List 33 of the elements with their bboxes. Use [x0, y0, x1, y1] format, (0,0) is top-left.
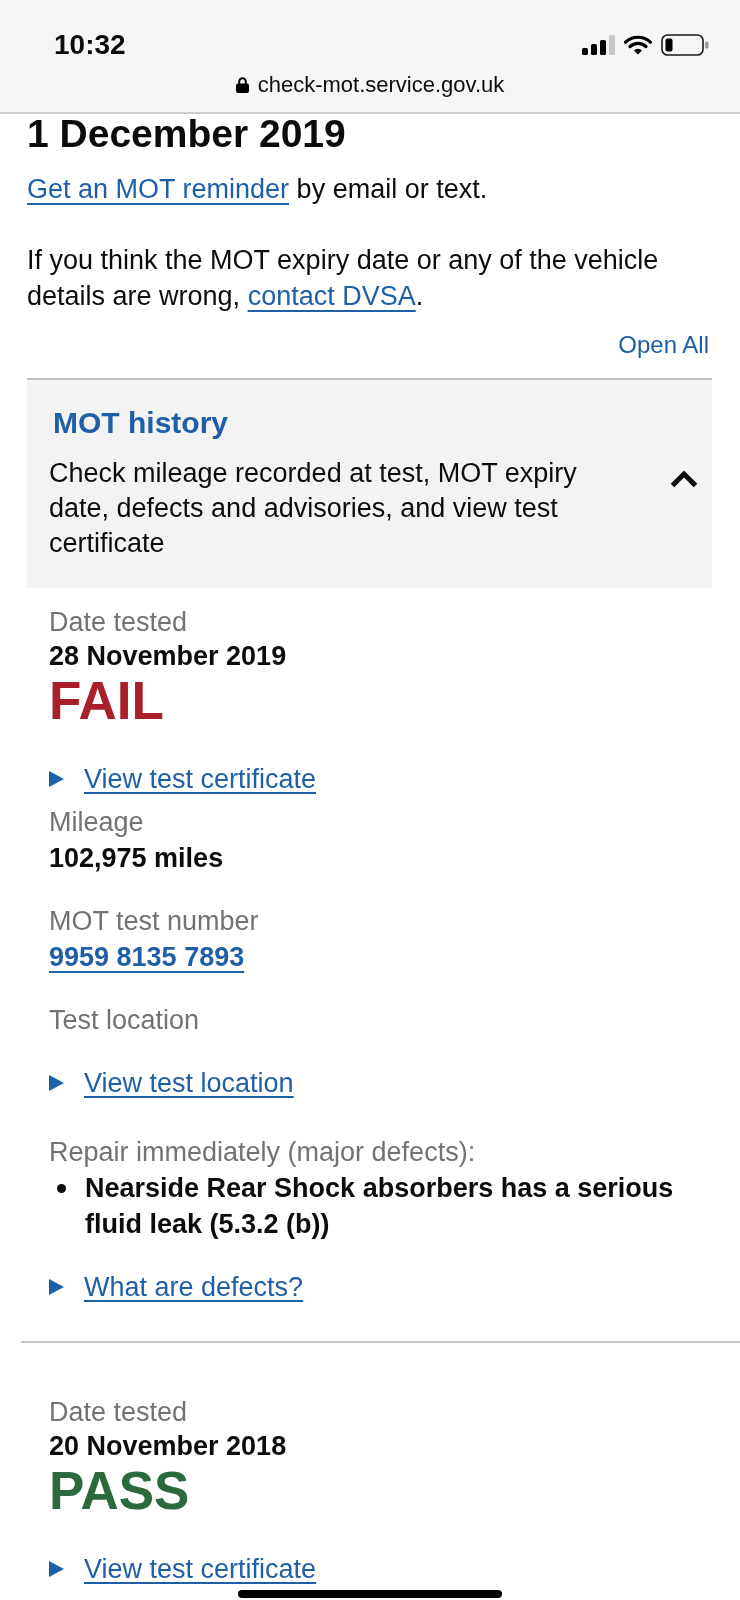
test-number-link[interactable]: 9959 8135 7893	[49, 939, 245, 975]
chevron-icon[interactable]	[670, 469, 698, 488]
reminder-text: Get an MOT reminder by email or text.	[27, 173, 489, 206]
contact-link[interactable]: contact DVSA	[247, 281, 416, 311]
defect-text: Nearside Rear Shock absorbers has a serious fluid leak (5.3.2 (b))	[85, 1172, 675, 1241]
field-label: Date tested	[49, 1396, 189, 1429]
wifi-icon	[624, 35, 652, 55]
disclosure-link[interactable]: What are defects?	[84, 1269, 304, 1305]
reminder-link[interactable]: Get an MOT reminder	[27, 174, 290, 204]
field-label: MOT test number	[49, 905, 259, 938]
field-label: Test location	[49, 1004, 201, 1037]
contact-text: If you think the MOT expiry date or any of the vehicle details are wrong, contact DVSA.	[27, 244, 660, 313]
status-time: 10:32	[54, 28, 126, 62]
field-label: Repair immediately (major defects):	[49, 1136, 477, 1169]
page-heading: 1 December 2019	[27, 114, 347, 154]
bullet-icon	[57, 1184, 66, 1193]
accordion-summary: Check mileage recorded at test, MOT expiry date, defects and advisories, and view test certificate	[49, 457, 578, 560]
test-date: 28 November 2019	[49, 640, 288, 673]
field-label: Mileage	[49, 806, 145, 839]
battery-icon	[661, 34, 709, 56]
accordion-title[interactable]: MOT history	[53, 405, 228, 441]
lock-icon	[235, 77, 249, 93]
disclosure-link[interactable]: View test certificate	[84, 1551, 317, 1587]
test-result: FAIL	[49, 673, 165, 729]
test-date: 20 November 2018	[49, 1430, 288, 1463]
field-label: Date tested	[49, 606, 189, 639]
address-url[interactable]: check-mot.service.gov.uk	[257, 71, 505, 99]
signal-icon	[582, 35, 615, 55]
disclosure-link[interactable]: View test location	[84, 1065, 294, 1101]
open-all-link[interactable]: Open All	[618, 329, 709, 361]
test-result: PASS	[49, 1463, 191, 1519]
disclosure-link[interactable]: View test certificate	[84, 761, 317, 797]
field-value: 102,975 miles	[49, 842, 225, 875]
